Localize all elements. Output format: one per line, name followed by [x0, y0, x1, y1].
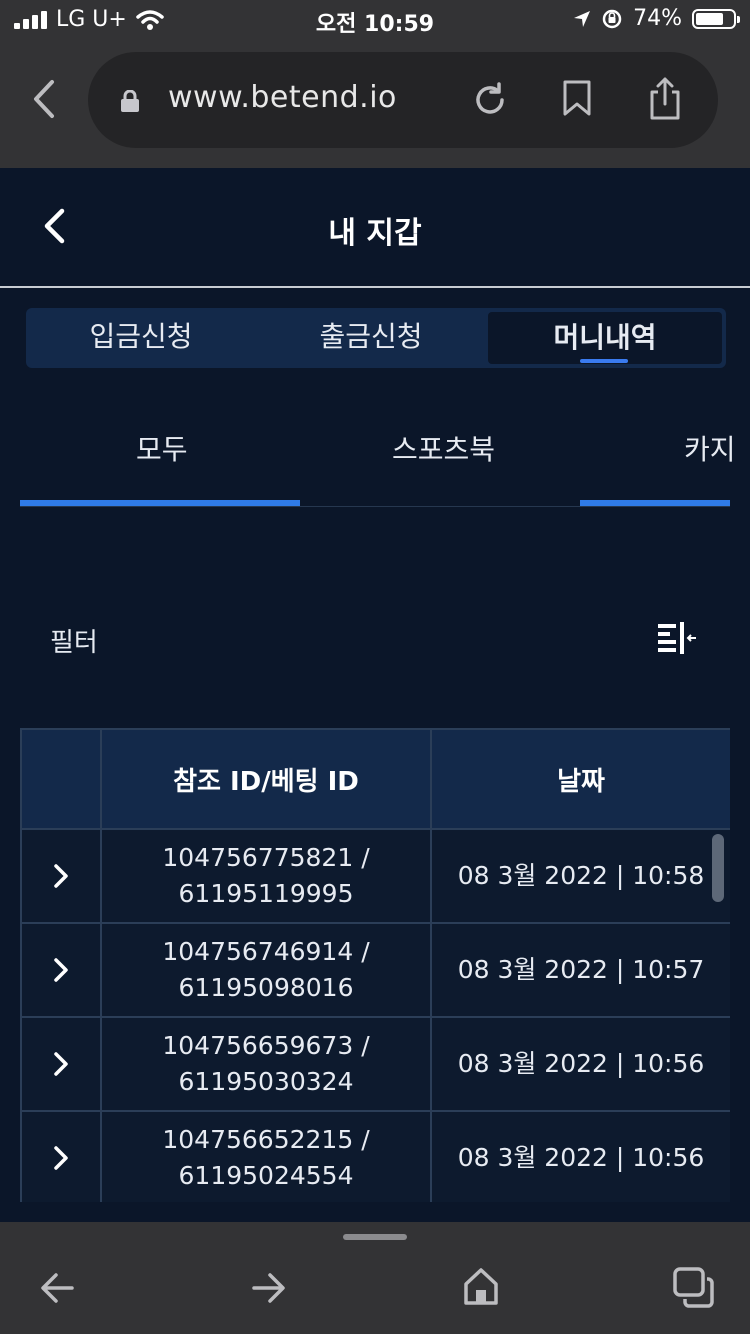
- chevron-right-icon[interactable]: [53, 863, 69, 889]
- reference-cell: 104756746914 / 61195098016: [100, 922, 432, 1018]
- active-tab-indicator: [580, 359, 628, 363]
- tabs-icon[interactable]: [672, 1266, 716, 1308]
- page-title: 내 지갑: [328, 216, 422, 251]
- table-row[interactable]: 104756746914 / 61195098016 08 3월 2022 | 1…: [20, 922, 730, 1018]
- reference-cell: 104756659673 / 61195030324: [100, 1016, 432, 1112]
- table-header-row: 참조 ID/베팅 ID 날짜: [20, 728, 730, 830]
- chevron-right-icon[interactable]: [53, 1051, 69, 1077]
- bet-id: 61195030324: [178, 1067, 354, 1096]
- subtab-casino-indicator: [580, 500, 730, 506]
- browser-bottom-bar: [0, 1222, 750, 1334]
- chevron-right-icon[interactable]: [53, 957, 69, 983]
- table-scrollbar[interactable]: [712, 834, 724, 902]
- expand-row-button[interactable]: [20, 828, 102, 924]
- back-arrow-icon[interactable]: [38, 1270, 76, 1306]
- forward-arrow-icon[interactable]: [250, 1270, 288, 1306]
- expand-row-button[interactable]: [20, 922, 102, 1018]
- browser-toolbar: www.betend.io: [0, 44, 750, 168]
- app-header: 내 지갑: [0, 168, 750, 286]
- home-icon[interactable]: [462, 1266, 500, 1306]
- lock-icon: [121, 90, 139, 112]
- battery-percent: 74%: [633, 6, 682, 31]
- date-cell: 08 3월 2022 | 10:58: [430, 828, 730, 924]
- expand-row-button[interactable]: [20, 1016, 102, 1112]
- table-row[interactable]: 104756775821 / 61195119995 08 3월 2022 | 1…: [20, 828, 730, 924]
- table-row[interactable]: 104756659673 / 61195030324 08 3월 2022 | 1…: [20, 1016, 730, 1112]
- location-icon: [574, 10, 591, 27]
- tab-money-history[interactable]: 머니내역: [488, 312, 722, 364]
- browser-back-icon[interactable]: [28, 78, 60, 120]
- reference-id: 104756652215 /: [162, 1125, 370, 1154]
- status-bar: LG U+ 오전 10:59 74%: [0, 0, 750, 44]
- subtab-casino[interactable]: 카지: [684, 428, 736, 468]
- bet-id: 61195098016: [178, 973, 354, 1002]
- rotation-lock-icon: [602, 9, 622, 28]
- reference-id: 104756775821 /: [162, 843, 370, 872]
- date-cell: 08 3월 2022 | 10:57: [430, 922, 730, 1018]
- wallet-tabs: 입금신청 출금신청 머니내역: [26, 308, 726, 368]
- reference-cell: 104756652215 / 61195024554: [100, 1110, 432, 1202]
- header-divider: [0, 286, 750, 288]
- bookmark-icon[interactable]: [562, 80, 592, 116]
- subtab-all-indicator: [20, 500, 300, 506]
- reload-icon[interactable]: [472, 82, 508, 118]
- chevron-right-icon[interactable]: [53, 1145, 69, 1171]
- address-bar[interactable]: www.betend.io: [88, 52, 718, 148]
- expand-row-button[interactable]: [20, 1110, 102, 1202]
- drag-handle[interactable]: [343, 1234, 407, 1240]
- reference-id: 104756659673 /: [162, 1031, 370, 1060]
- filter-label: 필터: [50, 628, 98, 658]
- url-text[interactable]: www.betend.io: [168, 80, 397, 115]
- subtabs-divider: [20, 506, 730, 507]
- table-row[interactable]: 104756652215 / 61195024554 08 3월 2022 | 1…: [20, 1110, 730, 1202]
- subtab-all[interactable]: 모두: [136, 428, 188, 468]
- column-header-date: 날짜: [430, 728, 730, 830]
- transactions-table: 참조 ID/베팅 ID 날짜 104756775821 / 61195119995…: [20, 728, 730, 1202]
- tab-withdraw[interactable]: 출금신청: [256, 308, 486, 368]
- reference-id: 104756746914 /: [162, 937, 370, 966]
- share-icon[interactable]: [648, 76, 682, 120]
- tab-deposit[interactable]: 입금신청: [26, 308, 256, 368]
- column-header-expand: [20, 728, 102, 830]
- subtab-sportsbook[interactable]: 스포츠북: [392, 428, 495, 468]
- filter-toggle-icon[interactable]: [656, 620, 698, 656]
- bet-id: 61195119995: [178, 879, 354, 908]
- bet-id: 61195024554: [178, 1161, 354, 1190]
- date-cell: 08 3월 2022 | 10:56: [430, 1016, 730, 1112]
- battery-icon: [692, 8, 740, 29]
- date-cell: 08 3월 2022 | 10:56: [430, 1110, 730, 1202]
- reference-cell: 104756775821 / 61195119995: [100, 828, 432, 924]
- column-header-reference: 참조 ID/베팅 ID: [100, 728, 432, 830]
